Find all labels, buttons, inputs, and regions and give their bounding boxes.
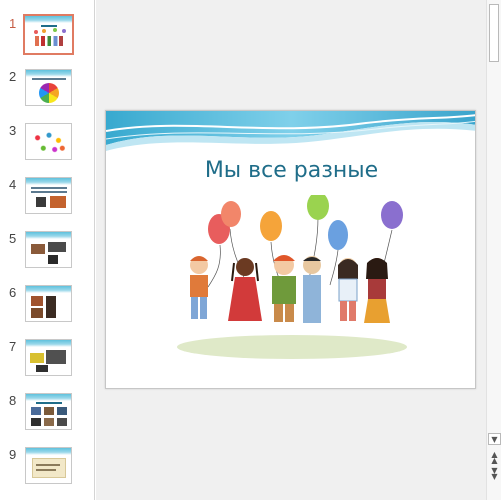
thumbnail-photo	[31, 418, 41, 426]
thumbnail-text	[36, 464, 60, 466]
thumbnail-document	[32, 458, 66, 478]
thumbnail-wave	[26, 448, 71, 455]
thumbnail-photo	[31, 244, 45, 254]
thumbnail-photo	[46, 350, 66, 364]
thumbnail-photo	[48, 242, 66, 252]
thumbnail-wave	[26, 286, 71, 293]
previous-slide-button[interactable]: ▲ ▲	[488, 450, 501, 465]
thumbnail-title	[41, 25, 57, 27]
thumbnail-image[interactable]	[25, 447, 72, 484]
thumbnail-photo	[57, 407, 67, 415]
thumbnail-photo	[36, 197, 46, 207]
thumbnail-balloon	[42, 29, 46, 33]
thumbnail-photo	[44, 418, 54, 426]
slide-number: 3	[9, 123, 17, 138]
next-slide-button[interactable]: ▼ ▼	[488, 466, 501, 481]
slide-header-wave	[106, 111, 475, 151]
thumbnail-image[interactable]	[23, 14, 74, 55]
thumbnail-wave	[26, 232, 71, 239]
thumbnail-image[interactable]	[25, 123, 72, 160]
thumbnail-image[interactable]	[25, 285, 72, 322]
slide-number: 5	[9, 231, 17, 246]
thumbnail-photo	[30, 353, 44, 363]
thumbnail-image[interactable]	[25, 69, 72, 106]
thumbnail-photo	[57, 418, 67, 426]
scrollbar-thumb[interactable]	[489, 4, 499, 62]
thumbnail-photo	[50, 196, 66, 208]
slide-thumbnail-9[interactable]: 9	[0, 447, 95, 492]
thumbnail-wave	[25, 16, 72, 23]
vertical-scrollbar[interactable]: ▼ ▲ ▲ ▼ ▼	[486, 0, 501, 500]
slide-number: 6	[9, 285, 17, 300]
thumbnail-wave	[26, 340, 71, 347]
slide-title[interactable]: Мы все разные	[106, 158, 475, 183]
double-chevron-down-icon: ▼ ▼	[491, 466, 498, 481]
thumbnail-balloon	[53, 28, 57, 32]
scroll-down-button[interactable]: ▼	[488, 433, 501, 445]
double-chevron-up-icon: ▲ ▲	[491, 450, 498, 465]
thumbnail-text	[31, 187, 67, 189]
slide-number: 1	[9, 16, 17, 31]
thumbnail-text	[36, 469, 56, 471]
thumbnail-title	[36, 402, 62, 404]
slide-thumbnail-3[interactable]: 3	[0, 123, 95, 168]
thumbnail-image[interactable]	[25, 339, 72, 376]
slide-number: 8	[9, 393, 17, 408]
thumbnail-collage	[30, 130, 68, 156]
slide-editor-area: Мы все разные	[96, 0, 486, 500]
thumbnail-image[interactable]	[25, 231, 72, 268]
thumbnail-balloon	[62, 29, 66, 33]
slide-number: 2	[9, 69, 17, 84]
slide-number: 7	[9, 339, 17, 354]
thumbnail-children	[35, 36, 63, 46]
thumbnail-photo	[31, 407, 41, 415]
thumbnail-wave	[26, 178, 71, 185]
thumbnail-photo	[31, 308, 43, 318]
thumbnail-image[interactable]	[25, 393, 72, 430]
slide-thumbnail-2[interactable]: 2	[0, 69, 95, 114]
thumbnail-photo	[44, 407, 54, 415]
slide-thumbnail-1[interactable]: 1	[0, 14, 95, 61]
slide-thumbnail-5[interactable]: 5	[0, 231, 95, 276]
slide-thumbnail-6[interactable]: 6	[0, 285, 95, 330]
thumbnail-balloon	[34, 30, 38, 34]
thumbnail-wave	[26, 394, 71, 401]
thumbnail-photo	[46, 296, 56, 318]
thumbnail-photo	[31, 296, 43, 306]
powerpoint-window: 1 2 3 4 5 6 7 8 9 Мы все разные ▼ ▲ ▲ ▼ …	[0, 0, 501, 500]
slide-number: 4	[9, 177, 17, 192]
slide-thumbnail-pane[interactable]: 1 2 3 4 5 6 7 8 9	[0, 0, 95, 500]
children-with-balloons-illustration[interactable]	[172, 195, 412, 365]
thumbnail-photo	[48, 255, 58, 264]
slide-thumbnail-8[interactable]: 8	[0, 393, 95, 438]
thumbnail-text	[32, 78, 66, 80]
thumbnail-image[interactable]	[25, 177, 72, 214]
slide-number: 9	[9, 447, 17, 462]
thumbnail-flower	[39, 83, 59, 103]
chevron-down-icon: ▼	[491, 435, 498, 444]
thumbnail-photo	[36, 365, 48, 372]
thumbnail-wave	[26, 70, 71, 77]
slide-thumbnail-4[interactable]: 4	[0, 177, 95, 222]
slide-canvas[interactable]: Мы все разные	[105, 110, 476, 389]
thumbnail-text	[31, 191, 67, 193]
slide-thumbnail-7[interactable]: 7	[0, 339, 95, 384]
